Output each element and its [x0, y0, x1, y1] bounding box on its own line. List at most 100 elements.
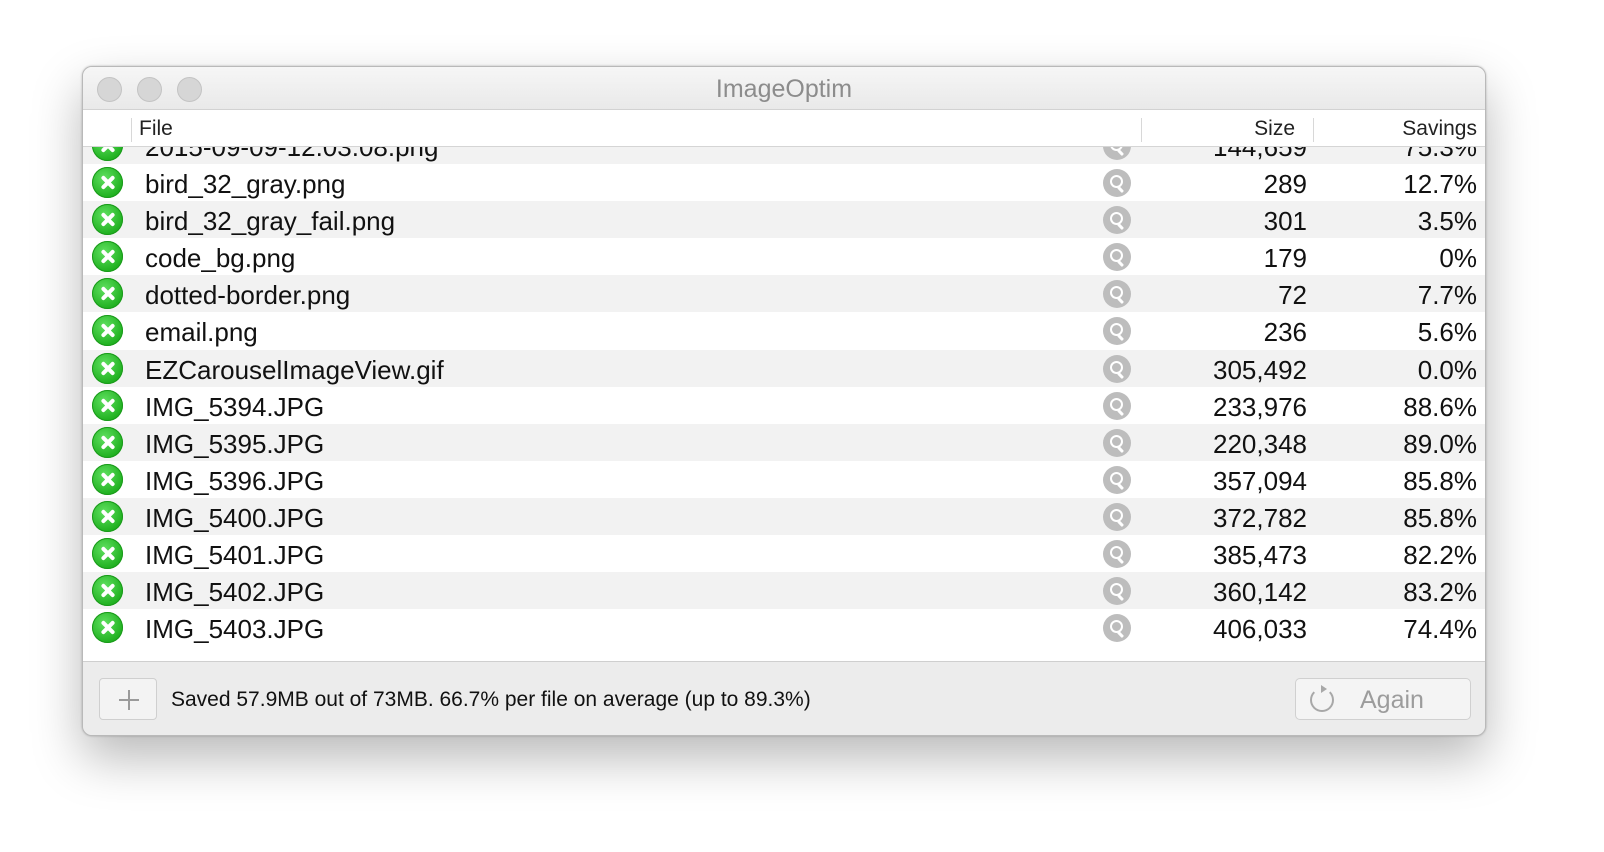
- file-size: 360,142: [1213, 577, 1307, 608]
- file-savings: 85.8%: [1403, 465, 1477, 496]
- table-row[interactable]: IMG_5394.JPG 233,976 88.6%: [83, 386, 1485, 424]
- file-size: 305,492: [1213, 354, 1307, 385]
- table-row[interactable]: bird_32_gray.png 289 12.7%: [83, 164, 1485, 202]
- magnifier-icon[interactable]: [1103, 147, 1131, 160]
- table-rows: 2015-09-09-12.03.08.png 144,659 75.3% bird_…: [83, 147, 1485, 647]
- file-name: IMG_5403.JPG: [145, 614, 325, 645]
- file-name: IMG_5401.JPG: [145, 540, 325, 571]
- table-row[interactable]: bird_32_gray_fail.png 301 3.5%: [83, 201, 1485, 239]
- success-check-icon: [92, 575, 123, 607]
- file-size: 289: [1263, 169, 1307, 200]
- success-check-icon: [92, 241, 123, 273]
- file-name: IMG_5400.JPG: [145, 502, 325, 533]
- status-text: Saved 57.9MB out of 73MB. 66.7% per file…: [171, 688, 811, 711]
- table-row[interactable]: IMG_5396.JPG 357,094 85.8%: [83, 460, 1485, 498]
- success-check-icon: [92, 352, 123, 384]
- file-name: IMG_5402.JPG: [145, 577, 325, 608]
- app-window: ImageOptim File Size Savings 2015-09-09-…: [82, 66, 1486, 736]
- again-button[interactable]: Again: [1295, 678, 1471, 720]
- table-row[interactable]: IMG_5402.JPG 360,142 83.2%: [83, 572, 1485, 610]
- table-row[interactable]: email.png 236 5.6%: [83, 312, 1485, 350]
- file-savings: 83.2%: [1403, 577, 1477, 608]
- file-name: IMG_5396.JPG: [145, 465, 325, 496]
- file-name: email.png: [145, 317, 258, 348]
- column-separator[interactable]: [131, 118, 132, 142]
- file-savings: 88.6%: [1403, 391, 1477, 422]
- success-check-icon: [92, 167, 123, 199]
- column-header-savings[interactable]: Savings: [1315, 110, 1477, 146]
- magnifier-icon[interactable]: [1103, 391, 1131, 420]
- file-size: 357,094: [1213, 465, 1307, 496]
- table-row[interactable]: 2015-09-09-12.03.08.png 144,659 75.3%: [83, 147, 1485, 165]
- success-check-icon: [92, 278, 123, 310]
- table-header: File Size Savings: [83, 110, 1485, 147]
- file-savings: 7.7%: [1417, 280, 1477, 311]
- file-name: IMG_5394.JPG: [145, 391, 325, 422]
- file-name: code_bg.png: [145, 243, 296, 274]
- success-check-icon: [92, 538, 123, 570]
- magnifier-icon[interactable]: [1103, 317, 1131, 346]
- magnifier-icon[interactable]: [1103, 502, 1131, 531]
- file-savings: 85.8%: [1403, 502, 1477, 533]
- file-size: 236: [1263, 317, 1307, 348]
- file-name: bird_32_gray.png: [145, 169, 346, 200]
- table-row[interactable]: dotted-border.png 72 7.7%: [83, 275, 1485, 313]
- window-title: ImageOptim: [715, 75, 853, 103]
- magnifier-icon[interactable]: [1103, 577, 1131, 606]
- file-name: dotted-border.png: [145, 280, 351, 311]
- success-check-icon: [92, 500, 123, 532]
- file-size: 301: [1263, 206, 1307, 237]
- magnifier-icon[interactable]: [1103, 280, 1131, 309]
- table-row[interactable]: code_bg.png 179 0%: [83, 238, 1485, 276]
- table-row[interactable]: EZCarouselImageView.gif 305,492 0.0%: [83, 349, 1485, 387]
- again-button-label: Again: [1360, 686, 1424, 714]
- column-separator[interactable]: [1141, 118, 1142, 142]
- file-savings: 3.5%: [1417, 206, 1477, 237]
- file-size: 372,782: [1213, 502, 1307, 533]
- title-bar: ImageOptim: [83, 67, 1485, 110]
- file-size: 233,976: [1213, 391, 1307, 422]
- file-size: 72: [1278, 280, 1307, 311]
- file-savings: 89.0%: [1403, 428, 1477, 459]
- add-files-button[interactable]: [99, 678, 157, 720]
- file-size: 385,473: [1213, 540, 1307, 571]
- table-row[interactable]: IMG_5400.JPG 372,782 85.8%: [83, 497, 1485, 536]
- success-check-icon: [92, 204, 123, 236]
- file-name: EZCarouselImageView.gif: [145, 354, 444, 385]
- magnifier-icon[interactable]: [1103, 169, 1131, 198]
- magnifier-icon[interactable]: [1103, 465, 1131, 494]
- success-check-icon: [92, 426, 123, 458]
- footer-bar: Saved 57.9MB out of 73MB. 66.7% per file…: [83, 661, 1485, 735]
- file-savings: 12.7%: [1403, 169, 1477, 200]
- success-check-icon: [92, 147, 123, 161]
- file-table: File Size Savings 2015-09-09-12.03.08.pn…: [83, 110, 1485, 661]
- magnifier-icon[interactable]: [1103, 428, 1131, 457]
- refresh-icon: [1310, 685, 1334, 712]
- success-check-icon: [92, 463, 123, 495]
- file-savings: 0%: [1439, 243, 1477, 274]
- column-header-size[interactable]: Size: [1171, 110, 1307, 146]
- success-check-icon: [92, 612, 123, 644]
- magnifier-icon[interactable]: [1103, 354, 1131, 383]
- magnifier-icon[interactable]: [1103, 614, 1131, 643]
- table-row[interactable]: IMG_5401.JPG 385,473 82.2%: [83, 535, 1485, 573]
- table-body[interactable]: 2015-09-09-12.03.08.png 144,659 75.3% bird_…: [83, 147, 1485, 661]
- file-savings: 74.4%: [1403, 614, 1477, 645]
- file-savings: 0.0%: [1417, 354, 1477, 385]
- table-row[interactable]: IMG_5403.JPG 406,033 74.4%: [83, 609, 1485, 647]
- success-check-icon: [92, 389, 123, 421]
- file-name: IMG_5395.JPG: [145, 428, 325, 459]
- magnifier-icon[interactable]: [1103, 243, 1131, 272]
- table-row[interactable]: IMG_5395.JPG 220,348 89.0%: [83, 423, 1485, 461]
- success-check-icon: [92, 315, 123, 347]
- file-name: bird_32_gray_fail.png: [145, 206, 396, 237]
- file-size: 179: [1263, 243, 1307, 274]
- file-savings: 82.2%: [1403, 540, 1477, 571]
- magnifier-icon[interactable]: [1103, 206, 1131, 235]
- magnifier-icon[interactable]: [1103, 540, 1131, 569]
- column-header-file[interactable]: File: [139, 110, 173, 146]
- file-savings: 5.6%: [1417, 317, 1477, 348]
- file-size: 406,033: [1213, 614, 1307, 645]
- column-separator[interactable]: [1313, 118, 1314, 142]
- file-size: 220,348: [1213, 428, 1307, 459]
